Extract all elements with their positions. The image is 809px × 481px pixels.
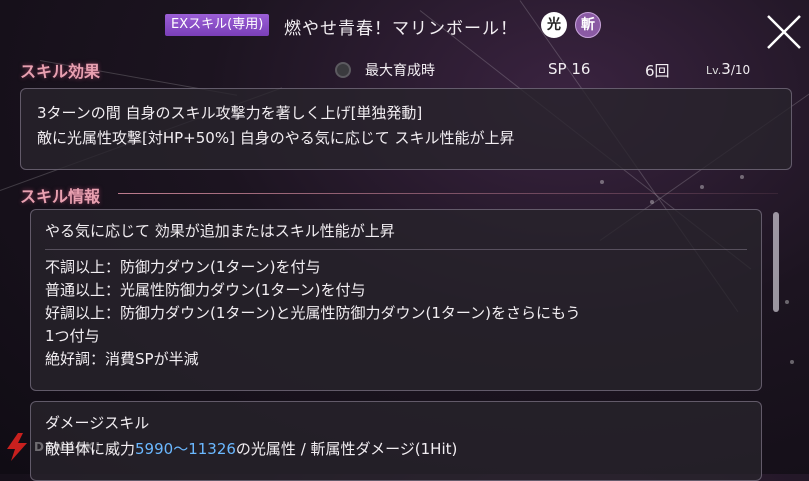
motivation-heading: やる気に応じて 効果が追加またはスキル性能が上昇	[45, 222, 395, 240]
skill-stats-row: 最大育成時 SP 16 6回 Lv.3/10	[0, 60, 809, 84]
level-prefix: Lv.	[706, 64, 722, 77]
effect-line: 3ターンの間 自身のスキル攻撃力を著しく上げ[単独発動]	[37, 104, 423, 122]
damage-panel: ダメージスキル 敵単体に威力5990～11326の光属性 / 斬属性ダメージ(1…	[30, 401, 762, 481]
section-divider	[118, 193, 778, 194]
damage-value: 5990～11326	[135, 440, 236, 458]
damage-line: 敵単体に威力5990～11326の光属性 / 斬属性ダメージ(1Hit)	[45, 436, 747, 462]
motivation-line: 普通以上：光属性防御力ダウン(1ターン)を付与	[45, 281, 366, 299]
ex-skill-badge: EXスキル(専用)	[165, 14, 270, 36]
motivation-line: 1つ付与	[45, 327, 100, 345]
slash-attribute-icon: 斬	[575, 12, 601, 38]
scrollbar[interactable]	[773, 212, 779, 312]
motivation-panel: やる気に応じて 効果が追加またはスキル性能が上昇 不調以上：防御力ダウン(1ター…	[30, 209, 762, 391]
level-value: 3	[721, 60, 731, 78]
motivation-line: 絶好調：消費SPが半減	[45, 350, 199, 368]
damage-suffix: の光属性 / 斬属性ダメージ(1Hit)	[235, 440, 458, 458]
motivation-line: 不調以上：防御力ダウン(1ターン)を付与	[45, 258, 321, 276]
skill-name: 燃やせ青春！マリンボール！	[284, 19, 518, 39]
dengeki-logo-icon	[7, 433, 27, 461]
level-max: /10	[730, 63, 751, 77]
max-training-label: 最大育成時	[365, 63, 435, 79]
skill-info-title: スキル情報	[20, 187, 101, 206]
max-training-toggle[interactable]	[335, 62, 351, 78]
light-attribute-icon: 光	[541, 12, 567, 38]
divider	[45, 249, 747, 250]
close-icon	[767, 15, 801, 49]
damage-heading: ダメージスキル	[45, 414, 150, 432]
skill-effect-panel: 3ターンの間 自身のスキル攻撃力を著しく上げ[単独発動] 敵に光属性攻撃[対HP…	[20, 88, 792, 170]
skill-header: EXスキル(専用) 燃やせ青春！マリンボール！ 光 斬	[0, 6, 809, 49]
motivation-line: 好調以上：防御力ダウン(1ターン)と光属性防御力ダウン(1ターン)をさらにもう	[45, 304, 581, 322]
use-count: 6回	[645, 62, 670, 80]
skill-level: Lv.3/10	[706, 60, 750, 78]
close-button[interactable]	[762, 10, 806, 54]
sp-cost: SP 16	[548, 60, 591, 78]
effect-line: 敵に光属性攻撃[対HP+50%] 自身のやる気に応じて スキル性能が上昇	[37, 129, 515, 147]
watermark-text: DENGEKI	[34, 440, 102, 454]
